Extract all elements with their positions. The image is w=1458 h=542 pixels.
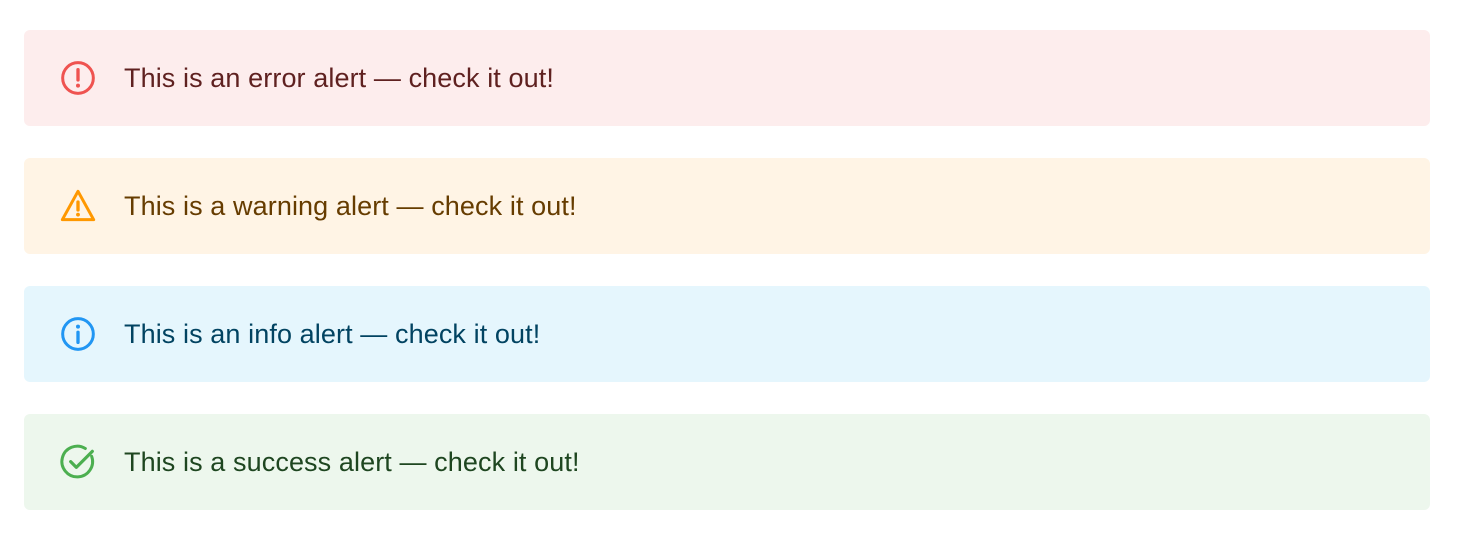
alert-message: This is a success alert — check it out! [124,446,580,477]
alert-message: This is an info alert — check it out! [124,318,541,349]
alert-message: This is a warning alert — check it out! [124,190,577,221]
alert-message: This is an error alert — check it out! [124,62,554,93]
success-alert: This is a success alert — check it out! [24,414,1430,510]
success-outline-icon [58,442,98,482]
info-outline-icon [58,314,98,354]
warning-alert: This is a warning alert — check it out! [24,158,1430,254]
warning-outline-icon [58,186,98,226]
error-outline-icon [58,58,98,98]
info-alert: This is an info alert — check it out! [24,286,1430,382]
error-alert: This is an error alert — check it out! [24,30,1430,126]
alerts-stack: This is an error alert — check it out! T… [0,0,1458,542]
